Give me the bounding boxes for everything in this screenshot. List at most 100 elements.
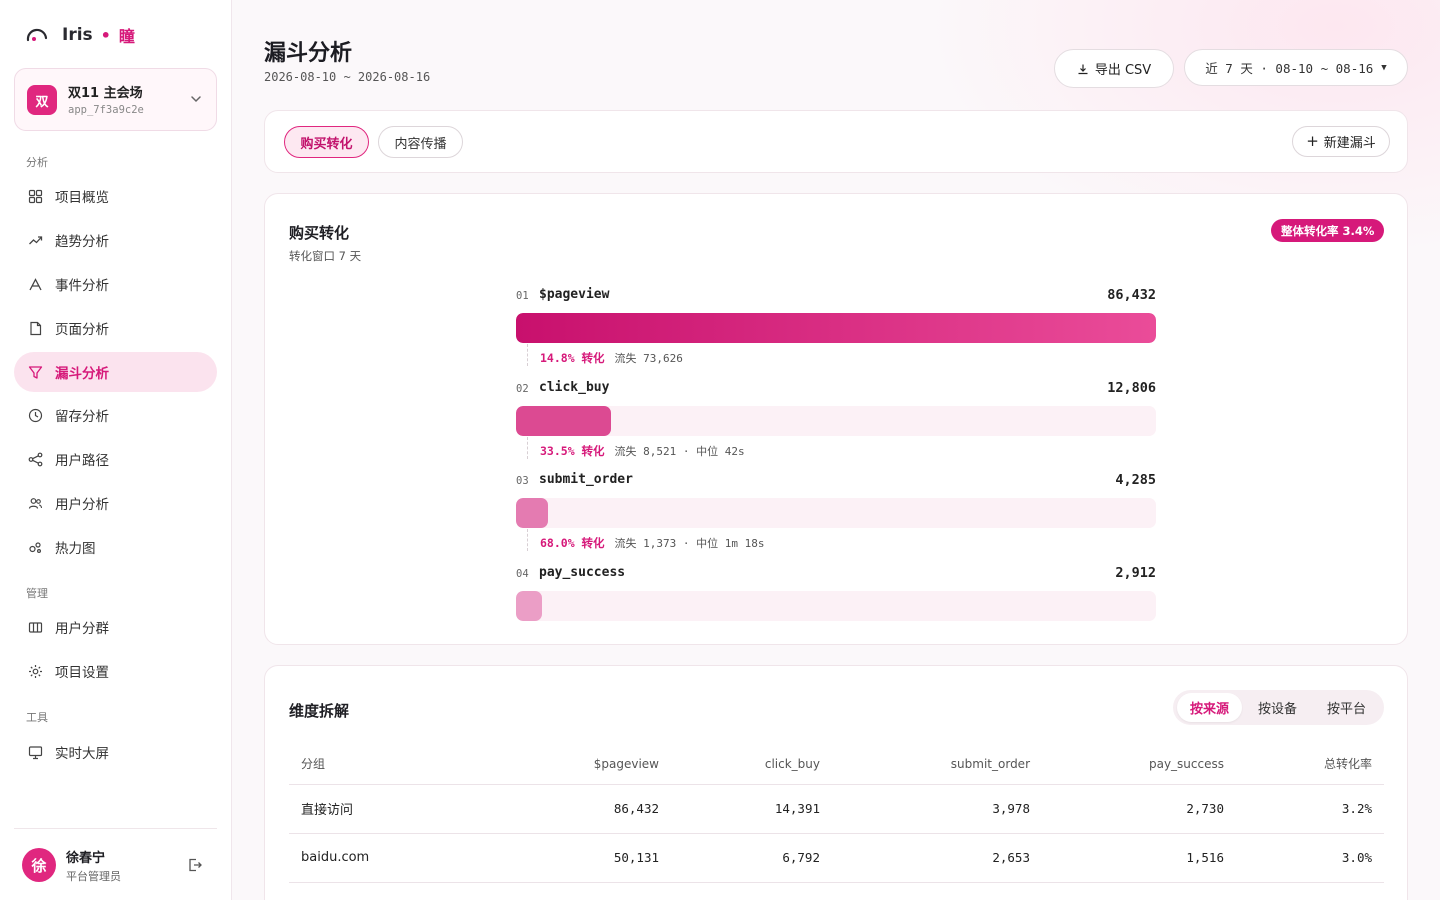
segment-by-platform[interactable]: 按平台 [1314,693,1379,722]
segment-by-source[interactable]: 按来源 [1177,693,1242,722]
project-avatar: 双 [27,85,57,115]
project-switcher[interactable]: 双 双11 主会场 app_7f3a9c2e [14,68,217,131]
sidebar-item-label: 趋势分析 [55,234,109,250]
conversion-rate: 68.0% 转化 [540,536,605,550]
funnel-bar-track[interactable] [516,313,1156,343]
sidebar-item-funnel[interactable]: 漏斗分析 [14,352,217,392]
gear-icon [27,663,43,679]
tab-purchase-conversion[interactable]: 购买转化 [284,126,369,158]
funnel-conversion: 68.0% 转化 流失 1,373 · 中位 1m 18s [540,535,765,551]
conversion-rate: 33.5% 转化 [540,443,605,458]
sidebar-item-path[interactable]: 用户路径 [14,439,217,479]
funnel-bar [516,498,548,528]
table-cell: 50,131 [489,833,671,883]
new-funnel-button[interactable]: + 新建漏斗 [1292,126,1390,157]
export-csv-button[interactable]: 导出 CSV [1054,49,1174,88]
dimension-title: 维度拆解 [289,702,350,720]
funnel-bar [516,313,1156,343]
segment-icon [27,619,43,635]
funnel-step-index: 03 [516,475,529,487]
funnel-icon [27,364,43,380]
sidebar-item-realtime[interactable]: 实时大屏 [14,732,217,772]
logout-icon[interactable] [187,857,203,873]
table-cell: 1,516 [1042,833,1236,883]
funnel-step-value: 86,432 [1107,287,1156,303]
table-cell: 86,432 [489,784,671,834]
iris-logo-icon [26,28,48,42]
column-header[interactable]: submit_order [832,744,1042,785]
funnel-step-index: 02 [516,382,529,395]
trend-icon [27,232,43,248]
page-icon [27,320,43,336]
funnel-step-name: submit_order [539,472,633,487]
table-header-row: 分组 $pageview click_buy submit_order pay_… [289,744,1384,785]
brand-sub: 瞳 [118,27,135,46]
funnel-title: 购买转化 [289,224,350,242]
sidebar-item-event[interactable]: 事件分析 [14,264,217,304]
clock-icon [27,407,43,423]
plus-icon: + [1306,132,1319,150]
column-header[interactable]: $pageview [489,744,671,785]
table-cell: 2,730 [1042,784,1236,834]
funnel-connector [527,529,528,551]
funnel-bar-track[interactable] [516,498,1156,528]
sidebar-item-heatmap[interactable]: 热力图 [14,527,217,567]
funnel-step-name: $pageview [539,287,610,302]
column-header[interactable]: pay_success [1042,744,1236,785]
table-cell: 直接访问 [289,784,489,834]
funnel-bar [516,590,542,621]
column-header[interactable]: 总转化率 [1236,744,1384,785]
funnel-step-value: 12,806 [1107,379,1156,396]
sidebar-item-trend[interactable]: 趋势分析 [14,220,217,260]
brand-dot: • [100,25,111,45]
heatmap-icon [27,539,43,555]
sidebar-item-retention[interactable]: 留存分析 [14,395,217,435]
table-row[interactable]: 直接访问 86,432 14,391 3,978 2,730 3.2% [289,784,1384,834]
page-title: 漏斗分析 [264,41,353,66]
user-name: 徐春宁 [66,851,106,866]
date-range-picker[interactable]: 近 7 天 · 08-10 ~ 08-16 ▼ [1184,49,1408,86]
dimension-table: 分组 $pageview click_buy submit_order pay_… [289,744,1384,883]
sidebar-item-label: 漏斗分析 [55,366,109,382]
sidebar-item-settings[interactable]: 项目设置 [14,651,217,691]
table-cell: 3.0% [1236,833,1384,883]
funnel-bar-track[interactable] [516,405,1156,436]
table-cell: 3,978 [832,784,1042,834]
table-row[interactable]: baidu.com 50,131 6,792 2,653 1,516 3.0% [289,833,1384,883]
sidebar: Iris • 瞳 双 双11 主会场 app_7f3a9c2e 分析 项目概览 … [0,0,232,900]
avatar[interactable]: 徐 [22,848,56,882]
download-icon [1078,64,1088,74]
sidebar-item-page[interactable]: 页面分析 [14,308,217,348]
funnel-bar [516,405,611,436]
sidebar-item-label: 用户路径 [55,453,109,469]
share-icon [27,451,43,467]
funnel-connector [527,344,528,366]
project-name: 双11 主会场 [68,86,143,101]
sidebar-item-users[interactable]: 用户分析 [14,483,217,523]
caret-down-icon: ▼ [1381,62,1387,73]
funnel-conversion: 33.5% 转化 流失 8,521 · 中位 42s [540,443,745,459]
brand[interactable]: Iris • 瞳 [26,24,135,46]
sidebar-item-overview[interactable]: 项目概览 [14,176,217,216]
new-funnel-label: 新建漏斗 [1323,136,1376,151]
funnel-subtitle: 转化窗口 7 天 [289,249,362,263]
segment-by-device[interactable]: 按设备 [1245,693,1310,722]
conversion-meta: 流失 73,626 [614,352,683,365]
funnel-bar-track[interactable] [516,590,1156,621]
event-icon [27,276,43,292]
dimension-segmented-control: 按来源 按设备 按平台 [1173,690,1384,725]
table-cell: baidu.com [289,833,489,883]
sidebar-item-label: 用户分析 [55,497,109,513]
table-cell: 14,391 [671,784,832,834]
sidebar-item-label: 热力图 [55,541,96,557]
column-header[interactable]: 分组 [289,744,489,785]
nav-section-analysis: 分析 [26,156,48,169]
conversion-rate: 14.8% 转化 [540,351,605,365]
column-header[interactable]: click_buy [671,744,832,785]
dimension-breakdown-card: 维度拆解 按来源 按设备 按平台 分组 $pageview click_buy … [264,665,1408,900]
nav-section-manage: 管理 [26,587,48,600]
monitor-icon [27,744,43,760]
nav-section-tools: 工具 [26,711,48,724]
tab-content-spread[interactable]: 内容传播 [378,126,463,158]
sidebar-item-segment[interactable]: 用户分群 [14,607,217,647]
